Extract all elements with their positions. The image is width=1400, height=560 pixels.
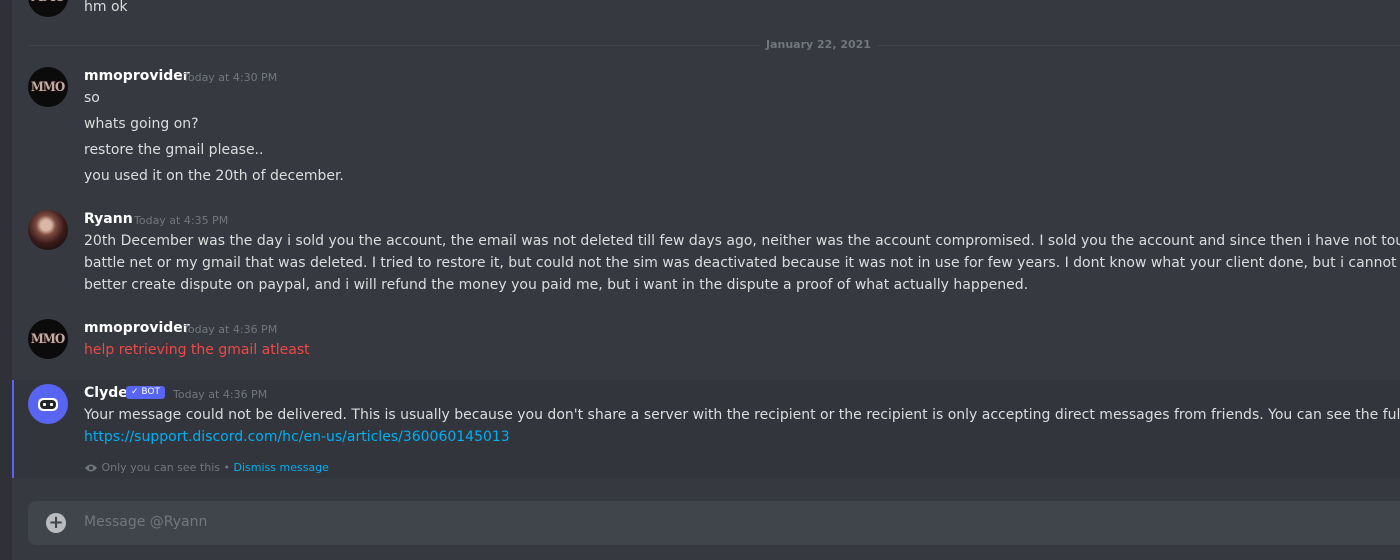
username[interactable]: Ryann <box>84 211 133 227</box>
avatar[interactable]: MMO <box>28 67 68 107</box>
username[interactable]: mmoprovider <box>84 68 190 84</box>
message-text: Your message could not be delivered. Thi… <box>84 407 1400 423</box>
separator: • <box>223 461 231 474</box>
username[interactable]: Clyde <box>84 385 128 401</box>
date-divider <box>28 45 1400 46</box>
message-text: battle net or my gmail that was deleted.… <box>84 255 1400 271</box>
message-text: whats going on? <box>84 116 199 132</box>
avatar[interactable]: MMO <box>28 319 68 359</box>
message-input[interactable]: Message @Ryann <box>84 514 207 530</box>
date-divider-label: January 22, 2021 <box>760 38 877 51</box>
message-text: better create dispute on paypal, and i w… <box>84 277 1029 293</box>
left-gutter <box>0 0 12 560</box>
message-text: hm ok <box>84 0 128 15</box>
eye-icon <box>85 464 97 472</box>
message-text: you used it on the 20th of december. <box>84 168 344 184</box>
message-text: so <box>84 90 100 106</box>
message-composer[interactable]: + Message @Ryann <box>28 501 1400 545</box>
bot-badge: ✓ BOT <box>126 386 165 399</box>
bot-avatar[interactable] <box>28 384 68 424</box>
message-text: restore the gmail please.. <box>84 142 264 158</box>
timestamp: Today at 4:30 PM <box>183 71 278 84</box>
message-text: 20th December was the day i sold you the… <box>84 233 1400 249</box>
dismiss-message-link[interactable]: Dismiss message <box>234 461 329 474</box>
avatar[interactable]: MMO <box>28 0 68 17</box>
ephemeral-note-text: Only you can see this <box>101 461 221 474</box>
username[interactable]: mmoprovider <box>84 320 190 336</box>
timestamp: Today at 4:36 PM <box>173 388 268 401</box>
message-list[interactable]: MMO hm ok January 22, 2021 MMO mmoprovid… <box>12 0 1400 490</box>
timestamp: Today at 4:36 PM <box>183 323 278 336</box>
clyde-bot-icon <box>38 398 58 411</box>
timestamp: Today at 4:35 PM <box>134 214 229 227</box>
avatar[interactable] <box>28 210 68 250</box>
ephemeral-note: Only you can see this • Dismiss message <box>84 461 329 474</box>
support-link[interactable]: https://support.discord.com/hc/en-us/art… <box>84 429 510 445</box>
message-text: help retrieving the gmail atleast <box>84 342 310 358</box>
add-attachment-icon[interactable]: + <box>46 513 66 533</box>
